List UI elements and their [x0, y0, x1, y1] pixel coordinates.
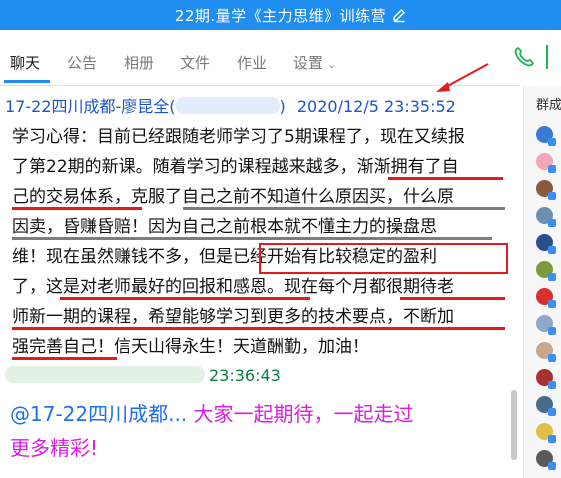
tab-files[interactable]: 文件	[180, 52, 210, 73]
tab-homework[interactable]: 作业	[237, 52, 267, 73]
tab-notice[interactable]: 公告	[67, 52, 97, 73]
message-timestamp: 23:36:43	[209, 366, 281, 385]
highlight-underline	[12, 237, 492, 240]
mention-link[interactable]: @17-22四川成都...	[10, 402, 187, 426]
highlight-underline	[12, 357, 117, 360]
member-panel: 群成	[523, 86, 561, 478]
tab-chat-label: 聊天	[10, 54, 41, 72]
avatar[interactable]	[536, 396, 556, 416]
tab-settings-label: 设置	[293, 54, 324, 72]
window-title: 22期.量学《主力思维》训练营	[174, 7, 387, 25]
chat-scrollbar[interactable]	[511, 96, 517, 466]
chevron-down-icon: ⌄	[327, 58, 337, 71]
highlight-underline	[183, 207, 505, 210]
highlight-underline	[388, 177, 503, 180]
member-panel-title: 群成	[536, 98, 561, 113]
avatar[interactable]	[536, 369, 556, 389]
avatar[interactable]	[536, 423, 556, 443]
sender-name[interactable]: 17-22四川成都-廖昆全(	[5, 97, 176, 116]
edit-icon[interactable]	[391, 7, 407, 23]
avatar[interactable]	[536, 234, 556, 254]
avatar[interactable]	[536, 288, 556, 308]
scroll-thumb[interactable]	[511, 390, 517, 460]
highlight-box	[259, 243, 508, 274]
title-bar: 22期.量学《主力思维》训练营	[0, 0, 561, 30]
sender-suffix: )	[279, 97, 286, 116]
highlight-underline	[400, 297, 505, 300]
tab-bar: 聊天 公告 相册 文件 作业 设置 ⌄	[0, 30, 561, 85]
avatar[interactable]	[536, 126, 556, 146]
avatar[interactable]	[536, 315, 556, 335]
message-line: 学习心得：目前已经跟随老师学习了5期课程了，现在又续报	[12, 127, 465, 147]
tab-files-label: 文件	[180, 54, 211, 72]
tab-homework-label: 作业	[237, 54, 268, 72]
tab-notice-label: 公告	[67, 54, 98, 72]
blurred-id	[175, 97, 280, 114]
avatar[interactable]	[536, 207, 556, 227]
avatar[interactable]	[536, 450, 556, 470]
message-header: 23:36:43	[5, 366, 281, 385]
message-body: @17-22四川成都... 大家一起期待，一起走过 更多精彩!	[10, 397, 414, 465]
tab-chat[interactable]: 聊天	[10, 52, 40, 73]
message-text: 更多精彩!	[10, 436, 99, 460]
video-call-icon[interactable]	[546, 45, 561, 69]
active-tab-indicator	[4, 80, 50, 83]
avatar[interactable]	[536, 261, 556, 281]
divider	[0, 85, 520, 86]
tab-settings[interactable]: 设置 ⌄	[293, 52, 336, 73]
highlight-underline	[12, 327, 505, 330]
message-header: 17-22四川成都-廖昆全() 2020/12/5 23:35:52	[5, 93, 456, 117]
highlight-underline	[12, 207, 142, 210]
tab-album-label: 相册	[124, 54, 155, 72]
phone-icon[interactable]	[512, 45, 536, 69]
highlight-underline	[60, 297, 310, 300]
avatar[interactable]	[536, 180, 556, 200]
message-line: @17-22四川成都... 大家一起期待，一起走过	[10, 397, 414, 431]
blurred-sender[interactable]	[5, 366, 205, 383]
avatar[interactable]	[536, 153, 556, 173]
message-text: 大家一起期待，一起走过	[187, 402, 414, 426]
avatar[interactable]	[536, 342, 556, 362]
tab-album[interactable]: 相册	[124, 52, 154, 73]
message-timestamp: 2020/12/5 23:35:52	[296, 97, 456, 116]
